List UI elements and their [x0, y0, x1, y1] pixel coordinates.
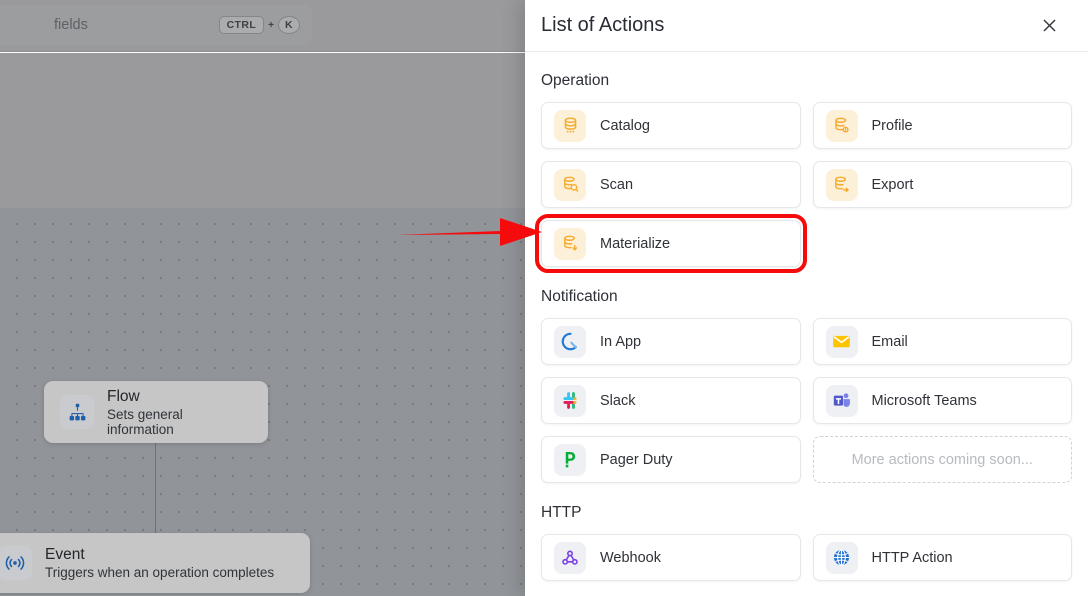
canvas-upper-band	[0, 53, 525, 208]
drawer-header: List of Actions	[525, 0, 1088, 52]
action-card-email[interactable]: Email	[812, 318, 1072, 365]
slack-icon	[554, 384, 586, 417]
action-card-label: Email	[871, 333, 908, 350]
database-profile-icon	[825, 109, 858, 142]
action-card-label: Export	[871, 176, 914, 193]
flow-node-flow[interactable]: Flow Sets general information	[44, 381, 268, 443]
close-icon[interactable]	[1036, 13, 1062, 39]
flow-node-event[interactable]: Event Triggers when an operation complet…	[0, 533, 310, 593]
action-card-scan[interactable]: Scan	[541, 161, 801, 208]
database-materialize-icon	[554, 227, 586, 260]
pager-duty-icon	[554, 443, 586, 476]
action-card-label: Materialize	[600, 235, 671, 252]
action-card-coming-soon: More actions coming soon...	[812, 436, 1072, 483]
action-card-http-action[interactable]: HTTP Action	[812, 534, 1072, 581]
action-card-label: Scan	[600, 176, 634, 193]
coming-soon-label: More actions coming soon...	[851, 451, 1033, 468]
globe-icon	[825, 541, 858, 574]
list-of-actions-drawer: List of Actions Operation Catalog Profil…	[525, 0, 1088, 596]
section-title-notification: Notification	[541, 288, 618, 305]
event-node-text: Event Triggers when an operation complet…	[45, 546, 274, 580]
search-input[interactable]: fields CTRL + K	[0, 5, 312, 45]
kbd-k: K	[278, 16, 300, 34]
action-card-label: Pager Duty	[600, 451, 673, 468]
database-search-icon	[554, 168, 586, 201]
section-grid-operation: Catalog Profile Scan Export Materialize	[535, 102, 1072, 273]
section-title-operation: Operation	[541, 72, 610, 89]
flow-connector-line	[155, 443, 156, 534]
microsoft-teams-icon	[825, 384, 858, 417]
action-card-catalog[interactable]: Catalog	[541, 102, 801, 149]
action-card-profile[interactable]: Profile	[812, 102, 1072, 149]
screen: fields CTRL + K Flow Sets general inform…	[0, 0, 1088, 596]
flow-node-subtitle: Sets general information	[107, 406, 183, 437]
action-card-label: Webhook	[600, 549, 661, 566]
action-card-slack[interactable]: Slack	[541, 377, 801, 424]
action-card-label: Catalog	[600, 117, 650, 134]
sitemap-icon	[60, 395, 94, 429]
page-title: List of Actions	[541, 14, 665, 36]
action-card-label: Slack	[600, 392, 636, 409]
drawer-body: Operation Catalog Profile Scan Export Ma…	[525, 52, 1088, 596]
action-card-pager-duty[interactable]: Pager Duty	[541, 436, 801, 483]
email-icon	[825, 325, 858, 358]
in-app-icon	[554, 325, 586, 358]
database-icon	[554, 109, 586, 142]
flow-node-title: Flow	[107, 387, 140, 405]
section-grid-notification: In App Email Slack Microsoft Teams Pager…	[541, 318, 1072, 483]
action-card-label: HTTP Action	[871, 549, 953, 566]
action-card-label: Profile	[871, 117, 913, 134]
search-shortcut-hint: CTRL + K	[218, 16, 300, 34]
search-placeholder-text: fields	[54, 17, 88, 33]
kbd-ctrl: CTRL	[218, 16, 265, 34]
flow-node-text: Flow Sets general information	[107, 388, 252, 437]
webhook-icon	[554, 541, 586, 574]
action-card-webhook[interactable]: Webhook	[541, 534, 801, 581]
action-card-label: In App	[600, 333, 642, 350]
kbd-plus: +	[268, 19, 275, 31]
action-card-export[interactable]: Export	[812, 161, 1072, 208]
action-card-label: Microsoft Teams	[871, 392, 977, 409]
database-export-icon	[825, 168, 858, 201]
action-card-microsoft-teams[interactable]: Microsoft Teams	[812, 377, 1072, 424]
section-grid-http: Webhook HTTP Action	[541, 534, 1072, 581]
app-topbar: fields CTRL + K	[0, 0, 525, 52]
broadcast-icon	[0, 546, 32, 580]
action-card-in-app[interactable]: In App	[541, 318, 801, 365]
event-node-title: Event	[45, 546, 85, 563]
action-card-materialize[interactable]: Materialize	[535, 214, 807, 273]
section-title-http: HTTP	[541, 504, 582, 521]
event-node-subtitle: Triggers when an operation completes	[45, 565, 275, 580]
